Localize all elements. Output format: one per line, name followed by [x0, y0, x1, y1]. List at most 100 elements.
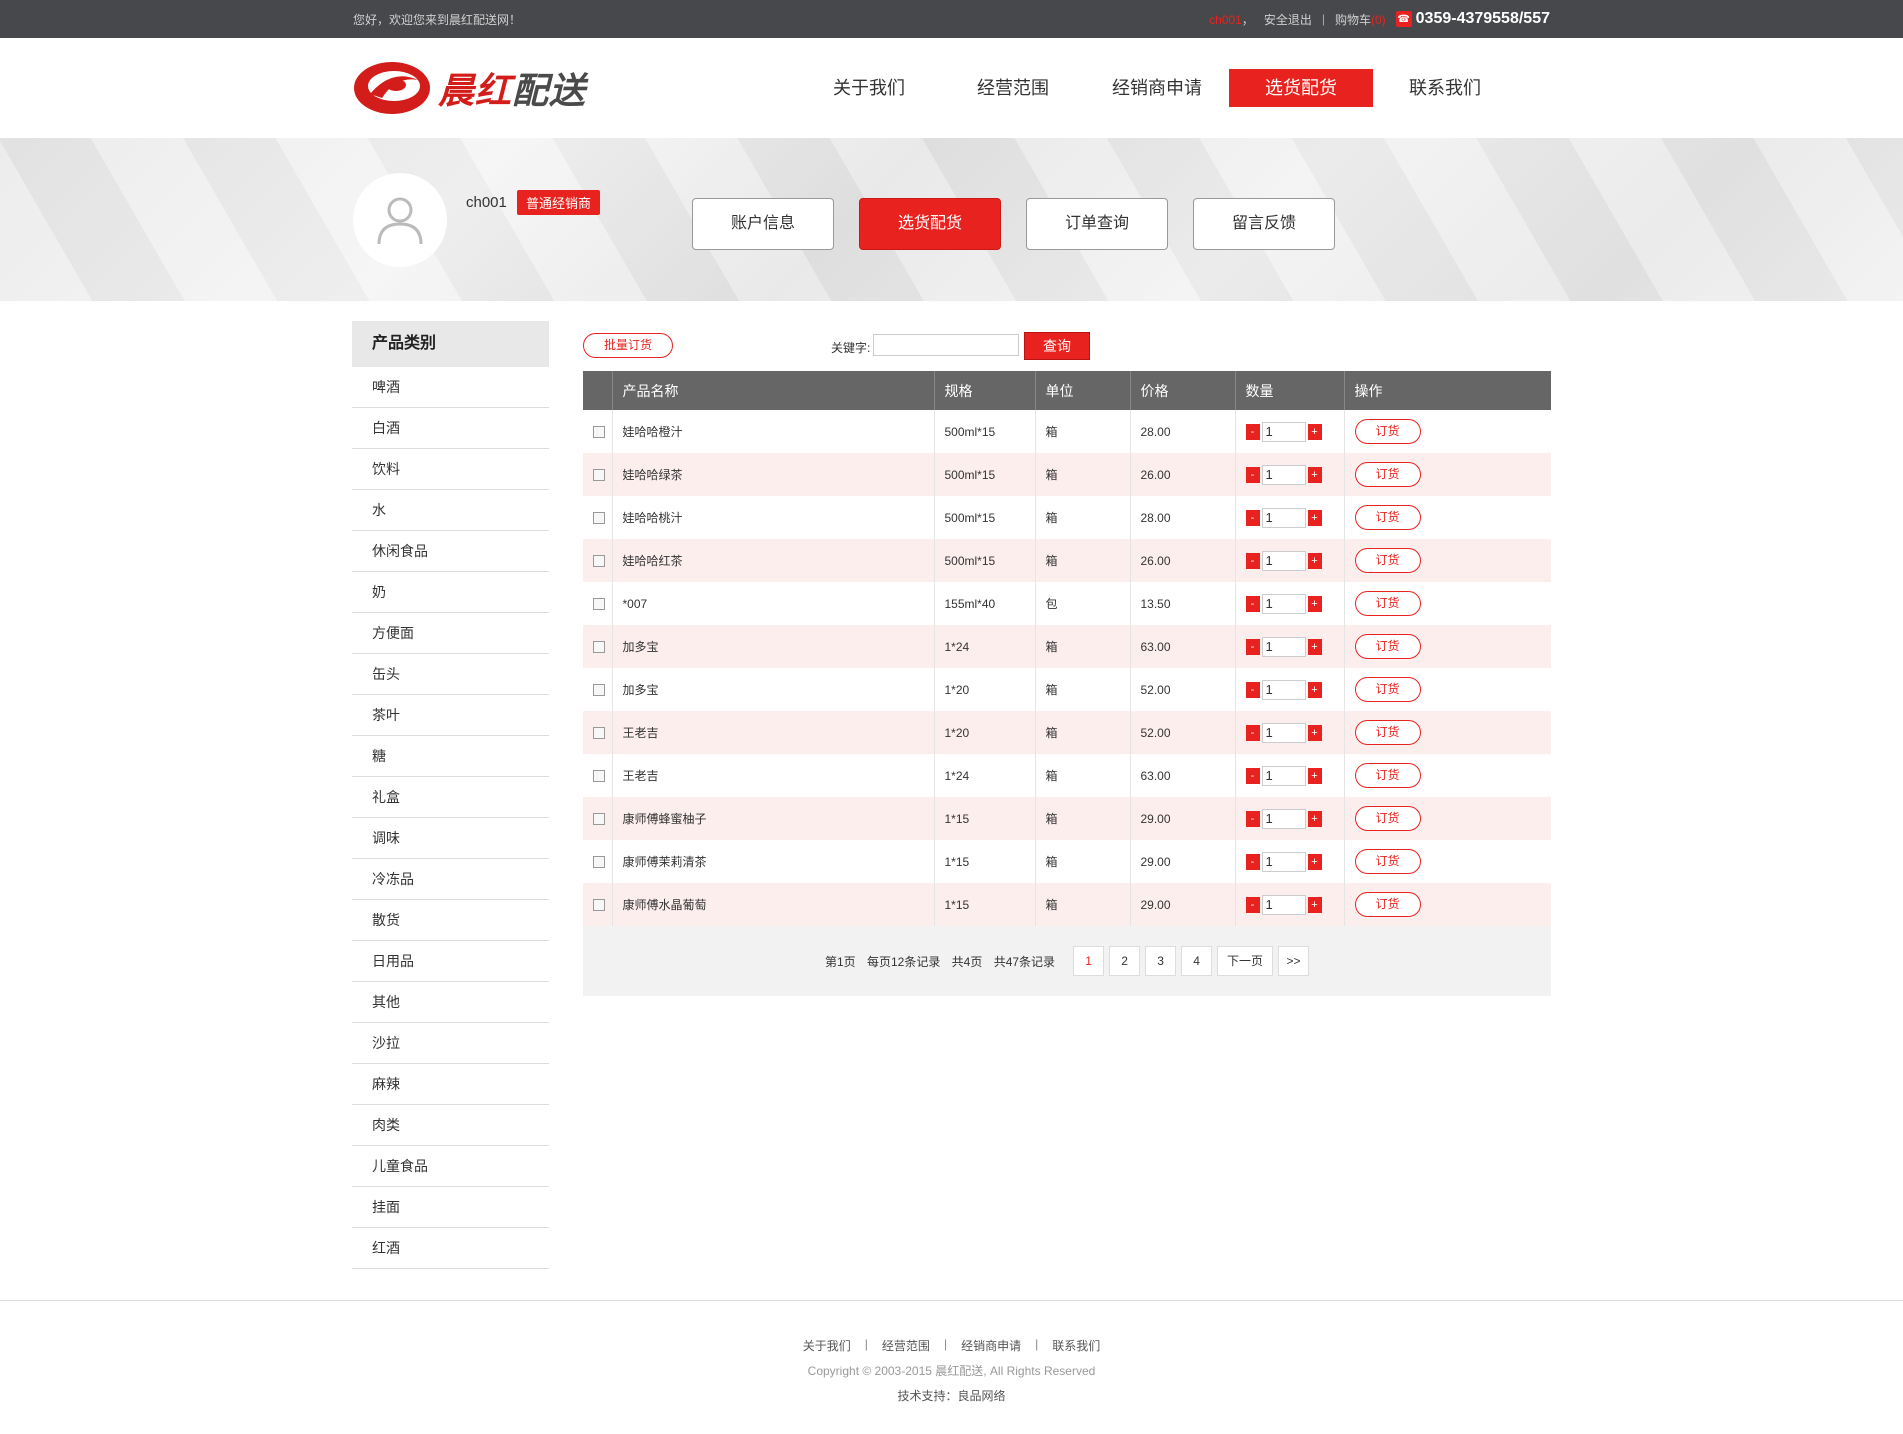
quantity-plus-button[interactable]: +: [1307, 552, 1322, 569]
row-checkbox[interactable]: [593, 598, 605, 611]
row-checkbox[interactable]: [593, 684, 605, 697]
sidebar-category-item[interactable]: 水: [352, 490, 549, 531]
order-button[interactable]: 订货: [1354, 892, 1421, 917]
keyword-input[interactable]: [873, 334, 1019, 356]
quantity-minus-button[interactable]: -: [1245, 595, 1260, 612]
row-checkbox[interactable]: [593, 770, 605, 783]
quantity-minus-button[interactable]: -: [1245, 767, 1260, 784]
order-button[interactable]: 订货: [1354, 849, 1421, 874]
sidebar-category-item[interactable]: 调味: [352, 818, 549, 859]
sidebar-category-item[interactable]: 儿童食品: [352, 1146, 549, 1187]
quantity-input[interactable]: 1: [1261, 464, 1306, 485]
sidebar-category-item[interactable]: 糖: [352, 736, 549, 777]
sidebar-category-item[interactable]: 麻辣: [352, 1064, 549, 1105]
quantity-input[interactable]: 1: [1261, 808, 1306, 829]
footer-link-dealer-apply[interactable]: 经销商申请: [961, 1337, 1021, 1354]
row-checkbox[interactable]: [593, 426, 605, 439]
order-button[interactable]: 订货: [1354, 419, 1421, 444]
quantity-plus-button[interactable]: +: [1307, 724, 1322, 741]
quantity-input[interactable]: 1: [1261, 851, 1306, 872]
quantity-minus-button[interactable]: -: [1245, 724, 1260, 741]
quantity-minus-button[interactable]: -: [1245, 466, 1260, 483]
quantity-input[interactable]: 1: [1261, 765, 1306, 786]
nav-dealer-apply[interactable]: 经销商申请: [1085, 69, 1229, 107]
quantity-minus-button[interactable]: -: [1245, 423, 1260, 440]
footer-link-about[interactable]: 关于我们: [803, 1337, 851, 1354]
order-button[interactable]: 订货: [1354, 505, 1421, 530]
row-checkbox[interactable]: [593, 641, 605, 654]
quantity-plus-button[interactable]: +: [1307, 896, 1322, 913]
quantity-input[interactable]: 1: [1261, 894, 1306, 915]
quantity-plus-button[interactable]: +: [1307, 466, 1322, 483]
quantity-input[interactable]: 1: [1261, 722, 1306, 743]
order-button[interactable]: 订货: [1354, 634, 1421, 659]
logout-link[interactable]: 安全退出: [1264, 11, 1312, 28]
user-link[interactable]: ch001: [1209, 13, 1242, 27]
order-button[interactable]: 订货: [1354, 677, 1421, 702]
row-checkbox[interactable]: [593, 813, 605, 826]
row-checkbox[interactable]: [593, 512, 605, 525]
cart-link[interactable]: 购物车(0): [1335, 11, 1386, 28]
quantity-minus-button[interactable]: -: [1245, 552, 1260, 569]
quantity-input[interactable]: 1: [1261, 507, 1306, 528]
quantity-minus-button[interactable]: -: [1245, 638, 1260, 655]
sidebar-category-item[interactable]: 红酒: [352, 1228, 549, 1269]
search-button[interactable]: 查询: [1024, 332, 1090, 360]
order-button[interactable]: 订货: [1354, 720, 1421, 745]
sidebar-category-item[interactable]: 缶头: [352, 654, 549, 695]
quantity-minus-button[interactable]: -: [1245, 810, 1260, 827]
tab-select-goods[interactable]: 选货配货: [859, 198, 1001, 250]
quantity-plus-button[interactable]: +: [1307, 595, 1322, 612]
sidebar-category-item[interactable]: 肉类: [352, 1105, 549, 1146]
page-4-button[interactable]: 4: [1181, 946, 1213, 976]
order-button[interactable]: 订货: [1354, 548, 1421, 573]
page-2-button[interactable]: 2: [1109, 946, 1141, 976]
quantity-input[interactable]: 1: [1261, 593, 1306, 614]
quantity-plus-button[interactable]: +: [1307, 638, 1322, 655]
row-checkbox[interactable]: [593, 727, 605, 740]
quantity-plus-button[interactable]: +: [1307, 767, 1322, 784]
sidebar-category-item[interactable]: 白酒: [352, 408, 549, 449]
tab-feedback[interactable]: 留言反馈: [1193, 198, 1335, 250]
quantity-plus-button[interactable]: +: [1307, 810, 1322, 827]
batch-order-button[interactable]: 批量订货: [583, 333, 673, 358]
tab-account-info[interactable]: 账户信息: [692, 198, 834, 250]
quantity-input[interactable]: 1: [1261, 636, 1306, 657]
sidebar-category-item[interactable]: 休闲食品: [352, 531, 549, 572]
next-page-button[interactable]: 下一页: [1217, 946, 1274, 976]
quantity-minus-button[interactable]: -: [1245, 681, 1260, 698]
quantity-plus-button[interactable]: +: [1307, 509, 1322, 526]
tab-order-query[interactable]: 订单查询: [1026, 198, 1168, 250]
quantity-input[interactable]: 1: [1261, 421, 1306, 442]
logo[interactable]: 晨红配送: [352, 58, 586, 118]
nav-business-scope[interactable]: 经营范围: [941, 69, 1085, 107]
sidebar-category-item[interactable]: 冷冻品: [352, 859, 549, 900]
footer-link-contact[interactable]: 联系我们: [1052, 1337, 1100, 1354]
order-button[interactable]: 订货: [1354, 591, 1421, 616]
quantity-input[interactable]: 1: [1261, 550, 1306, 571]
nav-select-goods[interactable]: 选货配货: [1229, 69, 1373, 107]
sidebar-category-item[interactable]: 奶: [352, 572, 549, 613]
row-checkbox[interactable]: [593, 899, 605, 912]
sidebar-category-item[interactable]: 挂面: [352, 1187, 549, 1228]
sidebar-category-item[interactable]: 方便面: [352, 613, 549, 654]
sidebar-category-item[interactable]: 礼盒: [352, 777, 549, 818]
footer-link-business-scope[interactable]: 经营范围: [882, 1337, 930, 1354]
quantity-minus-button[interactable]: -: [1245, 853, 1260, 870]
order-button[interactable]: 订货: [1354, 806, 1421, 831]
quantity-plus-button[interactable]: +: [1307, 681, 1322, 698]
sidebar-category-item[interactable]: 茶叶: [352, 695, 549, 736]
row-checkbox[interactable]: [593, 555, 605, 568]
page-1-button[interactable]: 1: [1073, 946, 1105, 976]
quantity-minus-button[interactable]: -: [1245, 896, 1260, 913]
last-page-button[interactable]: >>: [1278, 946, 1310, 976]
quantity-plus-button[interactable]: +: [1307, 423, 1322, 440]
row-checkbox[interactable]: [593, 469, 605, 482]
order-button[interactable]: 订货: [1354, 462, 1421, 487]
sidebar-category-item[interactable]: 沙拉: [352, 1023, 549, 1064]
quantity-minus-button[interactable]: -: [1245, 509, 1260, 526]
quantity-plus-button[interactable]: +: [1307, 853, 1322, 870]
nav-about[interactable]: 关于我们: [797, 69, 941, 107]
page-3-button[interactable]: 3: [1145, 946, 1177, 976]
sidebar-category-item[interactable]: 饮料: [352, 449, 549, 490]
